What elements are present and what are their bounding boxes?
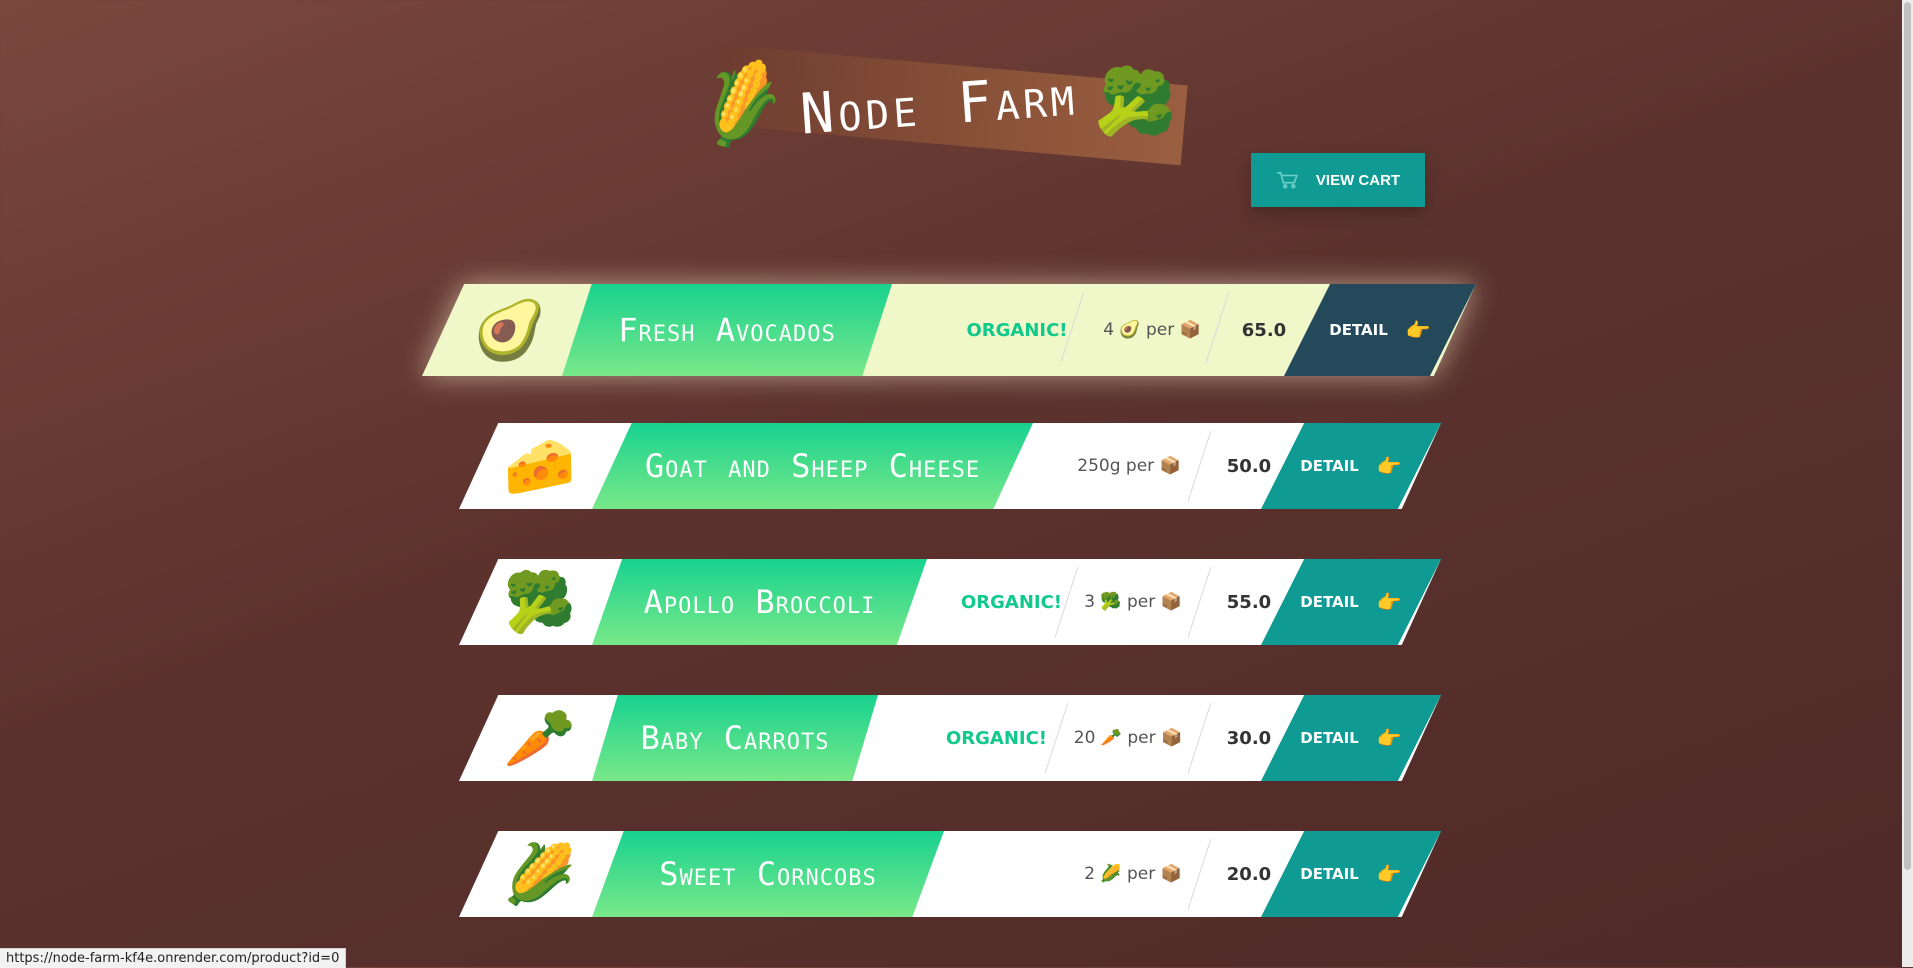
product-row-carrots[interactable]: 🥕 Baby Carrots ORGANIC! 20 🥕 per 📦 30.0 … <box>459 695 1441 781</box>
product-quantity: 20 🥕 per 📦 <box>1073 728 1183 748</box>
product-name[interactable]: Apollo Broccoli <box>592 559 927 645</box>
pointing-hand-icon: 👉 <box>1376 590 1402 614</box>
product-name[interactable]: Goat and Sheep Cheese <box>592 423 1033 509</box>
detail-label: DETAIL <box>1300 593 1359 611</box>
pointing-hand-icon: 👉 <box>1376 726 1402 750</box>
product-quantity: 3 🥦 per 📦 <box>1084 592 1182 612</box>
detail-label: DETAIL <box>1300 865 1359 883</box>
site-title[interactable]: Node Farm <box>798 63 1080 147</box>
product-quantity: 2 🌽 per 📦 <box>1084 864 1182 884</box>
product-row-broccoli[interactable]: 🥦 Apollo Broccoli ORGANIC! 3 🥦 per 📦 55.… <box>459 559 1441 645</box>
scrollbar-thumb[interactable] <box>1904 2 1911 870</box>
product-name[interactable]: Fresh Avocados <box>562 284 892 376</box>
product-quantity: 4 🥑 per 📦 <box>1103 320 1201 340</box>
carrot-icon: 🥕 <box>503 703 577 772</box>
view-cart-button[interactable]: VIEW CART <box>1251 153 1425 207</box>
title-row: 🌽 Node Farm 🥦 <box>689 54 1184 155</box>
corn-icon: 🌽 <box>689 54 793 155</box>
view-cart-label: VIEW CART <box>1315 171 1401 189</box>
cheese-icon: 🧀 <box>503 431 577 500</box>
broccoli-icon: 🥦 <box>1090 59 1185 150</box>
detail-label: DETAIL <box>1329 321 1388 339</box>
product-row-avocados[interactable]: 🥑 Fresh Avocados ORGANIC! 4 🥑 per 📦 65.0… <box>422 284 1476 376</box>
avocado-icon: 🥑 <box>473 295 547 364</box>
detail-label: DETAIL <box>1300 729 1359 747</box>
product-name[interactable]: Sweet Corncobs <box>592 831 944 917</box>
link-status-bar: https://node-farm-kf4e.onrender.com/prod… <box>0 948 347 968</box>
product-row-corncobs[interactable]: 🌽 Sweet Corncobs 2 🌽 per 📦 20.0 DETAIL 👉 <box>459 831 1441 917</box>
site-header: 🌽 Node Farm 🥦 <box>689 44 1200 175</box>
product-name[interactable]: Baby Carrots <box>592 695 878 781</box>
broccoli-icon: 🥦 <box>503 567 577 636</box>
corn-icon: 🌽 <box>503 839 577 908</box>
vertical-scrollbar[interactable] <box>1902 0 1913 967</box>
product-quantity: 250g per 📦 <box>1077 456 1181 476</box>
pointing-hand-icon: 👉 <box>1376 454 1402 478</box>
detail-label: DETAIL <box>1300 457 1359 475</box>
pointing-hand-icon: 👉 <box>1405 318 1431 342</box>
organic-badge: ORGANIC! <box>945 727 1048 749</box>
cart-icon <box>1276 171 1298 189</box>
product-row-cheese[interactable]: 🧀 Goat and Sheep Cheese 250g per 📦 50.0 … <box>459 423 1441 509</box>
pointing-hand-icon: 👉 <box>1376 862 1402 886</box>
page: 🌽 Node Farm 🥦 VIEW CART 🥑 Fresh Avocados… <box>0 0 1902 967</box>
